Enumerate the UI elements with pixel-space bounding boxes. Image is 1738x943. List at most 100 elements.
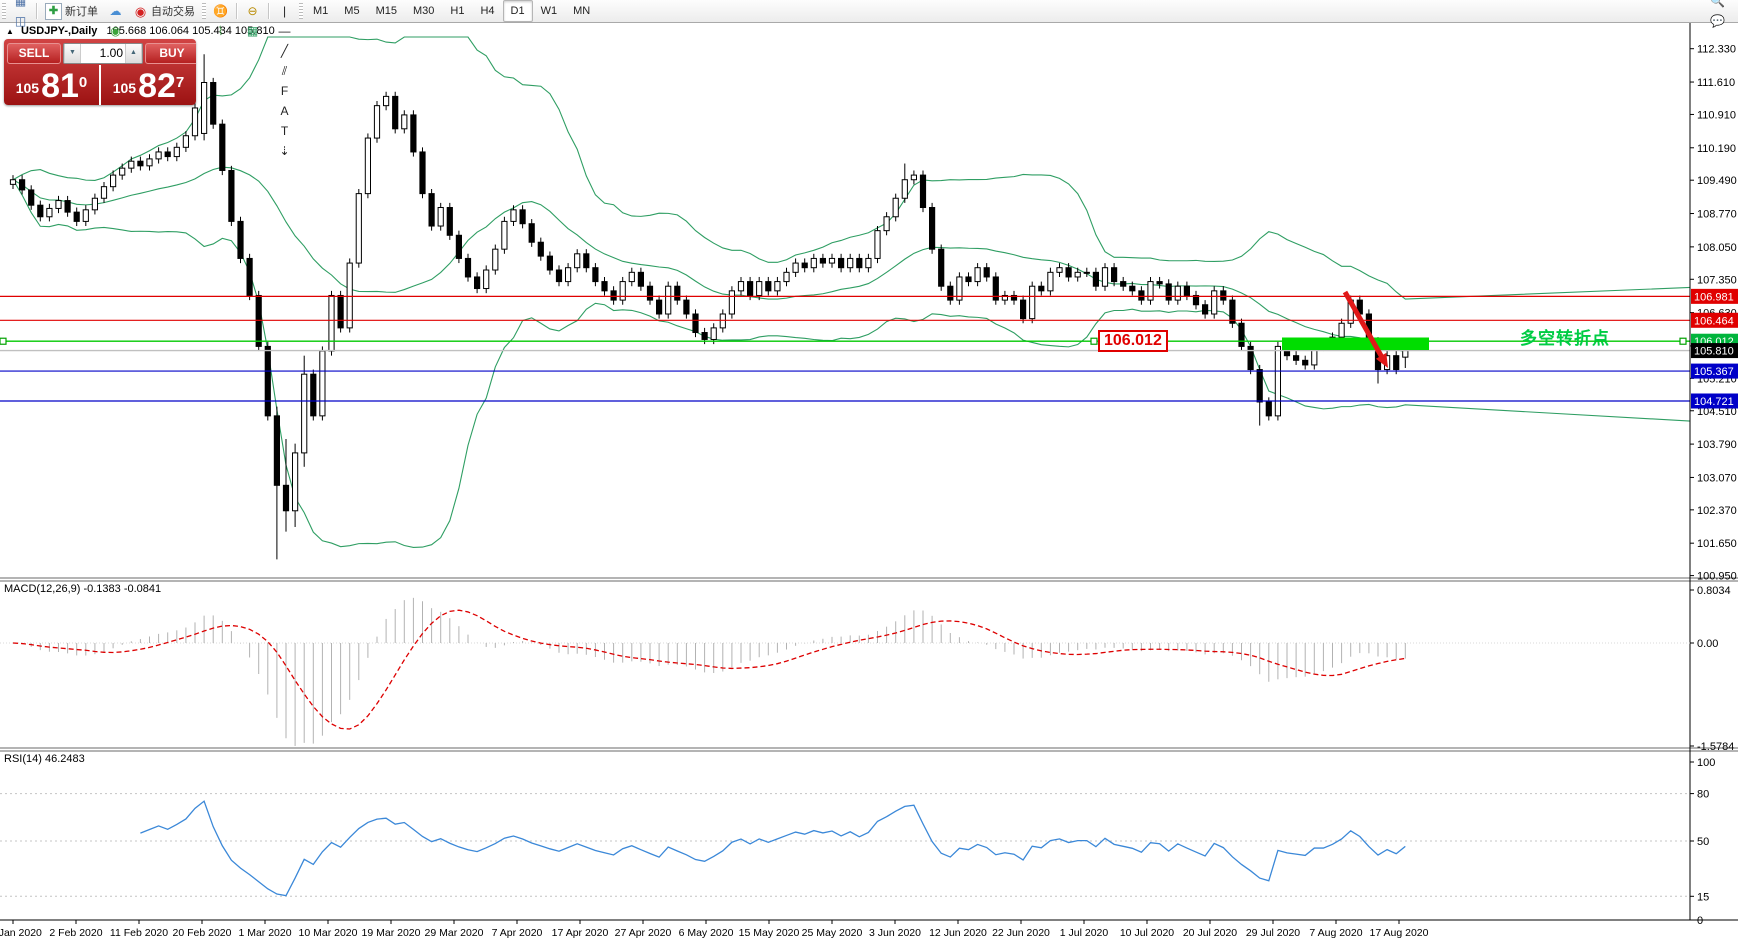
date-axis-label: 2 Feb 2020 — [49, 927, 102, 939]
candlestick — [692, 313, 699, 334]
candlestick — [592, 267, 599, 283]
candlestick — [119, 167, 126, 176]
date-axis-label: 7 Apr 2020 — [492, 927, 543, 939]
object-tool-icons: ⇱⇲✚◷▤➤✛|—╱⫽FAT⇣ — [272, 0, 297, 161]
toolbar-grip[interactable] — [202, 3, 206, 19]
candlestick — [910, 174, 917, 181]
chart-window-icon: ▦ — [14, 0, 27, 8]
zoom-out-icon[interactable]: ⊖ — [241, 1, 264, 21]
date-axis-label: 20 Jul 2020 — [1183, 927, 1237, 939]
rsi-scale-label: 0 — [1697, 915, 1703, 927]
timeframe-button-w1[interactable]: W1 — [533, 0, 566, 22]
chart-canvas[interactable]: 112.330 111.610 110.910 110.190 109.490 108.7… — [0, 22, 1738, 943]
timeframe-button-h4[interactable]: H4 — [472, 0, 502, 22]
support-icon[interactable]: ☁ — [104, 1, 127, 21]
new-order-button[interactable]: ✚ 新订单 — [41, 1, 102, 21]
candlestick — [1302, 359, 1309, 366]
toolbar-separator — [236, 3, 237, 19]
horizontal-line-icon[interactable]: — — [273, 21, 296, 41]
main-toolbar: ▦◫ ✚ 新订单 ◆☁◉ ◉ 自动交易 ⫼♊⌇ ⊕⊖▦ ⇱⇲✚◷▤➤✛|—╱⫽F… — [0, 0, 1738, 158]
toolbar-grip[interactable] — [299, 3, 303, 19]
candlestick — [1029, 285, 1036, 320]
timeframe-button-h1[interactable]: H1 — [442, 0, 472, 22]
candlestick — [765, 281, 772, 292]
price-tag-text: 104.721 — [1694, 396, 1734, 408]
candlestick — [100, 186, 108, 199]
candlestick — [210, 81, 217, 125]
autotrade-label: 自动交易 — [151, 6, 195, 18]
candlestick — [364, 137, 371, 195]
arrows-icon[interactable]: ⇣ — [273, 141, 296, 161]
timeframe-button-d1[interactable]: D1 — [502, 0, 533, 22]
candlestick — [437, 207, 444, 227]
buy-button[interactable]: BUY — [145, 42, 196, 64]
price-axis-label: 103.790 — [1697, 439, 1737, 451]
support-zone-highlight[interactable] — [1282, 337, 1429, 351]
chat-icon: 💬 — [1710, 13, 1725, 28]
candlestick — [583, 253, 590, 269]
text-label-icon[interactable]: T — [273, 121, 296, 141]
search-icon[interactable]: 🔍 — [1706, 0, 1729, 11]
candlestick — [1211, 290, 1218, 315]
pivot-point-annotation[interactable]: 多空转折点 — [1520, 324, 1610, 349]
signal-icon: ◉ — [110, 23, 121, 38]
line-chart-icon[interactable]: ⌇ — [209, 21, 232, 41]
candlestick — [355, 193, 362, 264]
price-axis-label: 112.330 — [1697, 44, 1736, 56]
toolbar-grip[interactable] — [2, 3, 6, 19]
candlestick — [46, 207, 53, 218]
candlestick — [619, 281, 626, 301]
buy-price[interactable]: 105 82 7 — [101, 65, 196, 105]
candlestick-chart-icon[interactable]: ♊ — [209, 1, 232, 21]
data-window-icon[interactable]: ◫ — [9, 11, 32, 31]
date-axis-label: 1 Mar 2020 — [238, 927, 291, 939]
price-axis-label: 108.770 — [1697, 209, 1737, 221]
sell-button[interactable]: SELL — [7, 42, 61, 64]
candlestick — [683, 299, 690, 315]
equidistant-channel-icon[interactable]: ⫽ — [273, 61, 296, 81]
volume-up-button[interactable]: ▲ — [125, 43, 142, 63]
candlestick — [28, 189, 35, 206]
timeframe-button-m30[interactable]: M30 — [405, 0, 442, 22]
candlestick — [1129, 285, 1136, 292]
equidistant-channel-icon: ⫽ — [281, 63, 288, 78]
candlestick — [965, 276, 972, 283]
candlestick — [737, 281, 745, 292]
candlestick — [810, 257, 817, 269]
macd-indicator-label: MACD(12,26,9) -0.1383 -0.0841 — [4, 583, 162, 595]
vertical-line-icon[interactable]: | — [273, 1, 296, 21]
volume-down-button[interactable]: ▼ — [64, 43, 81, 63]
candlestick — [64, 200, 71, 213]
candlestick — [446, 207, 453, 236]
timeframe-button-mn[interactable]: MN — [565, 0, 598, 22]
line-selection-handle[interactable] — [0, 337, 7, 345]
timeframe-button-m5[interactable]: M5 — [336, 0, 367, 22]
line-selection-handle[interactable] — [1679, 337, 1687, 345]
buy-price-big: 82 — [138, 67, 176, 105]
sell-price[interactable]: 105 81 0 — [4, 65, 101, 105]
price-level-annotation[interactable]: 106.012 — [1098, 330, 1168, 352]
signal-icon[interactable]: ◉ — [104, 21, 127, 41]
price-axis-label: 101.650 — [1697, 538, 1737, 550]
price-axis-label: 103.070 — [1697, 472, 1737, 484]
candlestick — [182, 135, 190, 148]
trendline-icon[interactable]: ╱ — [273, 41, 296, 61]
timeframe-button-m15[interactable]: M15 — [368, 0, 405, 22]
candlestick — [91, 197, 99, 211]
candlestick — [947, 285, 954, 301]
timeframe-button-m1[interactable]: M1 — [305, 0, 336, 22]
candlestick — [110, 174, 117, 188]
candlestick — [537, 241, 544, 257]
fibonacci-icon[interactable]: F — [273, 81, 296, 101]
candlestick — [701, 332, 708, 340]
chat-icon[interactable]: 💬 — [1706, 11, 1729, 31]
tile-windows-icon[interactable]: ▦ — [241, 21, 264, 41]
text-icon[interactable]: A — [273, 101, 296, 121]
autotrade-button[interactable]: ◉ 自动交易 — [129, 1, 199, 21]
line-selection-handle[interactable] — [1090, 337, 1098, 345]
chart-window-icon[interactable]: ▦ — [9, 0, 32, 11]
candlestick — [1120, 281, 1127, 287]
price-axis-label: 102.370 — [1697, 505, 1737, 517]
volume-input[interactable] — [81, 45, 125, 61]
candlestick — [774, 281, 781, 292]
